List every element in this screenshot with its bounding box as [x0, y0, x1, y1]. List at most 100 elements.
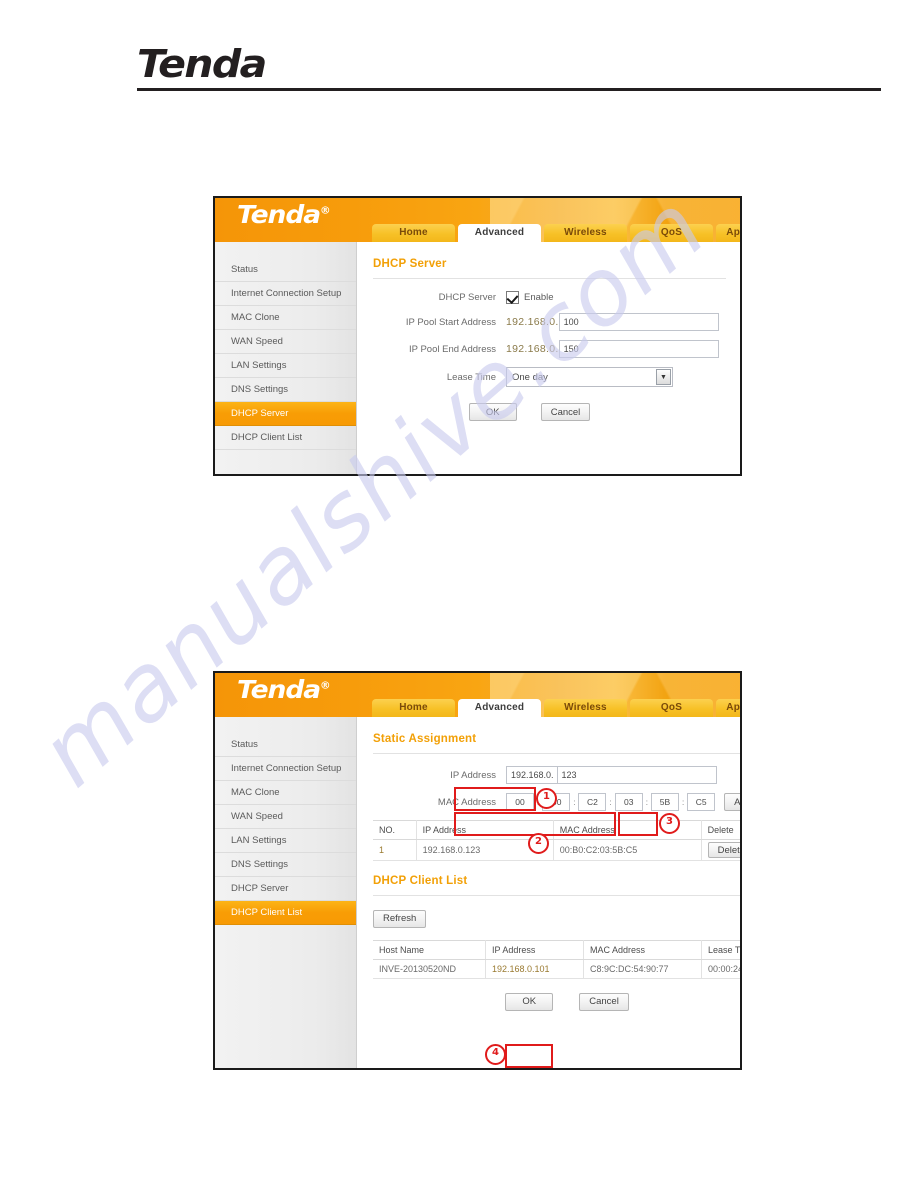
document-header: Tenda: [137, 44, 881, 91]
tab-advanced[interactable]: Advanced: [458, 224, 541, 242]
section-title-dhcp-server: DHCP Server: [373, 258, 726, 279]
sidebar-item-internet-connection-setup-2[interactable]: Internet Connection Setup: [215, 757, 356, 781]
client-col-mac: MAC Address: [583, 939, 702, 960]
tab-home[interactable]: Home: [372, 224, 455, 242]
enable-label: Enable: [524, 292, 554, 303]
client-list-header-row: Host Name IP Address MAC Address Lease T…: [373, 939, 740, 960]
static-ip-input[interactable]: 123: [556, 766, 717, 784]
router-logo-2: Tenda®: [237, 675, 331, 704]
enable-checkbox[interactable]: [506, 291, 519, 304]
sidebar-item-status-2[interactable]: Status: [215, 733, 356, 757]
screenshot-static-assignment: Tenda® Home Advanced Wireless QoS Applic…: [213, 671, 742, 1070]
assignment-cell-mac: 00:B0:C2:03:5B:C5: [553, 839, 702, 861]
sidebar-menu: Status Internet Connection Setup MAC Clo…: [215, 242, 357, 474]
callout-2: 2: [528, 833, 549, 854]
mac-octet-1[interactable]: 00: [506, 793, 534, 811]
tab-qos-2[interactable]: QoS: [630, 699, 713, 717]
callout-3: 3: [659, 813, 680, 834]
label-static-mac-address: MAC Address: [437, 796, 496, 808]
row-ip-pool-end: IP Pool End Address 192.168.0. 150: [373, 340, 726, 358]
callout-4: 4: [485, 1044, 506, 1065]
tab-applications-2[interactable]: Applications: [716, 699, 740, 717]
sidebar-item-dns-settings[interactable]: DNS Settings: [215, 378, 356, 402]
lease-time-select[interactable]: One day ▼: [506, 367, 673, 387]
ip-pool-start-input[interactable]: 100: [558, 313, 719, 331]
tab-qos[interactable]: QoS: [630, 224, 713, 242]
router-logo-text-2: Tenda: [237, 675, 321, 704]
label-static-ip-address: IP Address: [450, 769, 496, 781]
header-divider: [137, 88, 881, 91]
mac-octet-3[interactable]: C2: [578, 793, 607, 811]
static-ip-prefix: 192.168.0.: [506, 766, 557, 784]
sidebar-item-wan-speed[interactable]: WAN Speed: [215, 330, 356, 354]
static-assignment-panel: Static Assignment IP Address 192.168.0. …: [357, 717, 740, 1068]
mac-separator-2: :: [573, 797, 576, 807]
label-ip-pool-end: IP Pool End Address: [409, 343, 496, 355]
mac-octet-5[interactable]: 5B: [650, 793, 679, 811]
sidebar-item-dhcp-client-list-2[interactable]: DHCP Client List: [215, 901, 356, 925]
tab-applications[interactable]: Applications: [716, 224, 740, 242]
sidebar-item-mac-clone[interactable]: MAC Clone: [215, 306, 356, 330]
assignment-table: NO. IP Address MAC Address Delete 1 192.…: [373, 820, 740, 861]
tab-home-2[interactable]: Home: [372, 699, 455, 717]
sidebar-item-lan-settings-2[interactable]: LAN Settings: [215, 829, 356, 853]
assignment-table-header-row: NO. IP Address MAC Address Delete: [373, 820, 740, 840]
sidebar-item-lan-settings[interactable]: LAN Settings: [215, 354, 356, 378]
registered-mark-icon-2: ®: [320, 680, 331, 692]
tab-wireless[interactable]: Wireless: [544, 224, 627, 242]
table-row: 1 192.168.0.123 00:B0:C2:03:5B:C5 Delete: [373, 839, 740, 861]
ok-button[interactable]: OK: [468, 403, 517, 421]
assignment-col-delete: Delete: [701, 820, 740, 840]
sidebar-item-internet-connection-setup[interactable]: Internet Connection Setup: [215, 282, 356, 306]
sidebar-item-wan-speed-2[interactable]: WAN Speed: [215, 805, 356, 829]
ip-pool-end-prefix: 192.168.0.: [506, 343, 559, 355]
router-logo: Tenda®: [237, 200, 331, 229]
sidebar-item-dns-settings-2[interactable]: DNS Settings: [215, 853, 356, 877]
delete-button[interactable]: Delete: [707, 842, 740, 858]
router-body: Status Internet Connection Setup MAC Clo…: [215, 242, 740, 474]
sidebar-item-dhcp-server[interactable]: DHCP Server: [215, 402, 356, 426]
sidebar-item-mac-clone-2[interactable]: MAC Clone: [215, 781, 356, 805]
assignment-table-wrap: NO. IP Address MAC Address Delete 1 192.…: [373, 820, 740, 861]
assignment-cell-delete: Delete: [701, 839, 740, 861]
router-body-2: Status Internet Connection Setup MAC Clo…: [215, 717, 740, 1068]
nav-tabs-2: Home Advanced Wireless QoS Applications: [372, 699, 740, 717]
chevron-down-icon[interactable]: ▼: [656, 369, 671, 385]
refresh-button[interactable]: Refresh: [373, 909, 427, 928]
row-dhcp-server-enable: DHCP Server Enable: [373, 291, 726, 304]
router-header-band-2: Tenda® Home Advanced Wireless QoS Applic…: [215, 673, 740, 717]
router-logo-text: Tenda: [237, 200, 321, 229]
tab-wireless-2[interactable]: Wireless: [544, 699, 627, 717]
label-lease-time: Lease Time: [446, 371, 496, 383]
sidebar-item-dhcp-client-list[interactable]: DHCP Client List: [215, 426, 356, 450]
callout-1: 1: [536, 788, 557, 809]
client-cell-ip: 192.168.0.101: [485, 959, 584, 979]
registered-mark-icon: ®: [320, 205, 331, 217]
cancel-button[interactable]: Cancel: [540, 403, 591, 421]
sidebar-item-dhcp-server-2[interactable]: DHCP Server: [215, 877, 356, 901]
lease-time-value: One day: [512, 371, 548, 383]
section-title-static-assignment: Static Assignment: [373, 733, 740, 754]
dhcp-server-panel: DHCP Server DHCP Server Enable IP Pool S…: [357, 242, 740, 474]
tab-advanced-2[interactable]: Advanced: [458, 699, 541, 717]
client-list-table: Host Name IP Address MAC Address Lease T…: [373, 939, 740, 979]
tenda-logo: Tenda: [137, 42, 267, 86]
ip-pool-end-input[interactable]: 150: [558, 340, 719, 358]
dhcp-server-button-row: OK Cancel: [373, 403, 726, 421]
table-row: INVE-20130520ND 192.168.0.101 C8:9C:DC:5…: [373, 959, 740, 979]
add-button[interactable]: Add: [724, 793, 740, 811]
sidebar-item-status[interactable]: Status: [215, 258, 356, 282]
row-lease-time: Lease Time One day ▼: [373, 367, 726, 387]
static-assignment-button-row: OK Cancel: [373, 992, 740, 1011]
label-ip-pool-start: IP Pool Start Address: [405, 316, 496, 328]
cancel-button-2[interactable]: Cancel: [579, 992, 629, 1011]
mac-octet-4[interactable]: 03: [614, 793, 643, 811]
row-static-mac-address: MAC Address 00 : B0 : C2 : 03 : 5B : C5 …: [373, 793, 740, 811]
mac-octet-6[interactable]: C5: [687, 793, 716, 811]
client-list-table-wrap: Host Name IP Address MAC Address Lease T…: [373, 939, 740, 979]
assignment-cell-no: 1: [373, 839, 417, 861]
section-title-dhcp-client-list: DHCP Client List: [373, 875, 740, 896]
sidebar-menu-2: Status Internet Connection Setup MAC Clo…: [215, 717, 357, 1068]
mac-separator-4: :: [645, 797, 648, 807]
ok-button-2[interactable]: OK: [505, 992, 554, 1011]
